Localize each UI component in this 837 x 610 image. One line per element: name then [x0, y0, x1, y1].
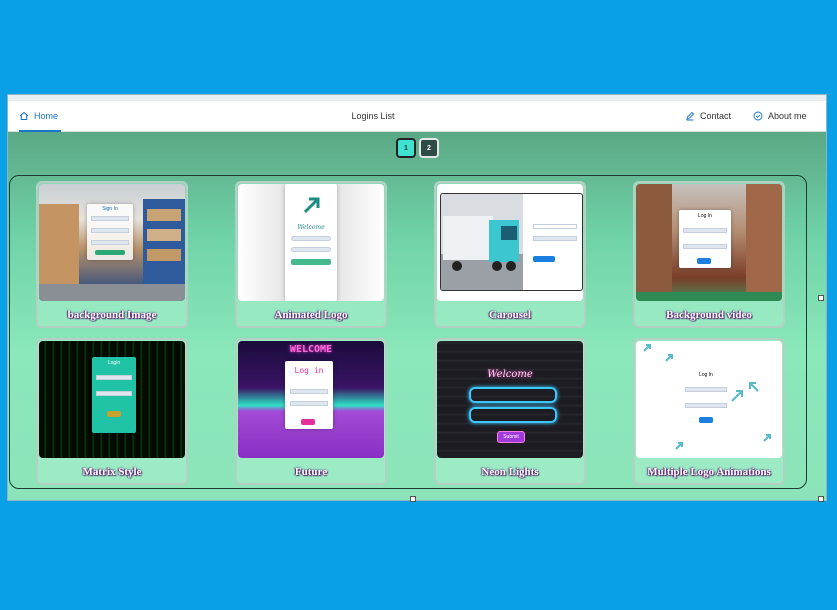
page-title: Logins List	[351, 111, 395, 121]
cards-grid: Sign In background Image Welcome Animate…	[9, 175, 807, 489]
card-title: Carousel	[489, 309, 531, 321]
card-title: Future	[294, 466, 328, 478]
welcome-text: Welcome	[297, 224, 325, 231]
thumbnail-animated-logo: Welcome	[238, 184, 384, 301]
future-form-preview: Log in	[285, 361, 333, 429]
pencil-icon	[686, 111, 695, 121]
carousel-frame	[440, 193, 583, 291]
card-neon-lights[interactable]: Welcome Submit Neon Lights	[434, 338, 586, 485]
pagination: 1 2	[396, 138, 439, 158]
main-content: 1 2 Sign In background Image Welcome Ani…	[8, 132, 826, 500]
check-circle-icon	[753, 111, 763, 121]
thumbnail-warehouse-signin: Sign In	[39, 184, 185, 301]
nav-about[interactable]: About me	[753, 101, 807, 131]
card-title: Neon Lights	[481, 466, 539, 478]
thumbnail-arrow-logos: Log In	[636, 341, 782, 458]
page-button-2[interactable]: 2	[419, 138, 439, 158]
multi-logo-login-title: Log In	[699, 372, 713, 378]
matrix-login-title: Login	[107, 360, 121, 366]
login-form-preview: Log In	[679, 210, 731, 268]
login-title: Log In	[698, 213, 712, 219]
nav-contact-label: Contact	[700, 111, 732, 121]
resize-handle-right[interactable]	[818, 295, 824, 301]
card-title: Background video	[666, 309, 752, 321]
signin-title: Sign In	[102, 206, 118, 212]
card-matrix-style[interactable]: Login Matrix Style	[36, 338, 188, 485]
navbar: Home Logins List Contact About me	[8, 101, 826, 132]
neon-script-title: Welcome	[487, 369, 533, 380]
neon-welcome-heading: WELCOME	[289, 344, 333, 355]
arrow-logo-icon	[303, 197, 320, 214]
nav-contact[interactable]: Contact	[685, 101, 731, 131]
resize-handle-bottom[interactable]	[410, 496, 416, 502]
browser-window: Home Logins List Contact About me 1 2 Si…	[8, 95, 826, 500]
multi-logo-form-preview: Log In	[681, 369, 731, 427]
card-title: background Image	[67, 309, 157, 321]
thumbnail-future-login: WELCOME Log in	[238, 341, 384, 458]
resize-handle-corner[interactable]	[818, 496, 824, 502]
future-login-title: Log in	[294, 366, 324, 375]
card-title: Multiple Logo Animations	[647, 466, 771, 478]
welcome-form-preview: Welcome	[285, 184, 337, 301]
matrix-form-preview: Login	[92, 357, 136, 433]
neon-username-field	[469, 387, 557, 403]
card-carousel[interactable]: Carousel	[434, 181, 586, 328]
card-future[interactable]: WELCOME Log in Future	[235, 338, 387, 485]
truck-image	[441, 194, 523, 290]
nav-about-label: About me	[768, 111, 807, 121]
signin-form-preview: Sign In	[87, 204, 133, 260]
thumbnail-truck-carousel	[437, 184, 583, 301]
card-title: Matrix Style	[82, 466, 142, 478]
card-title: Animated Logo	[274, 309, 348, 321]
card-background-image[interactable]: Sign In background Image	[36, 181, 188, 328]
page-button-1[interactable]: 1	[396, 138, 416, 158]
thumbnail-matrix-login: Login	[39, 341, 185, 458]
thumbnail-warehouse-video: Log In	[636, 184, 782, 301]
card-multiple-logo-animations[interactable]: Log In Multiple Logo Animations	[633, 338, 785, 485]
thumbnail-neon-welcome: Welcome Submit	[437, 341, 583, 458]
card-animated-logo[interactable]: Welcome Animated Logo	[235, 181, 387, 328]
card-background-video[interactable]: Log In Background video	[633, 181, 785, 328]
neon-submit-preview: Submit	[497, 431, 525, 443]
neon-password-field	[469, 407, 557, 423]
